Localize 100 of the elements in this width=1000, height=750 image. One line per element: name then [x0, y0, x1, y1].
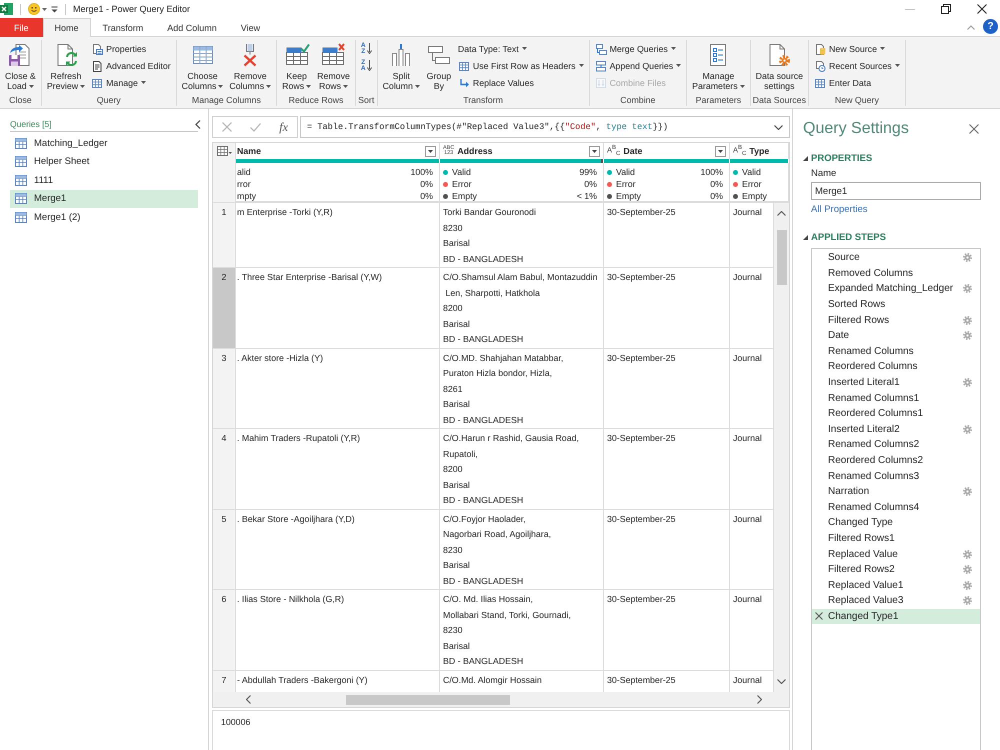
ribbon-tab[interactable]: Home [42, 18, 91, 37]
applied-step[interactable]: Renamed Columns3 [812, 468, 980, 484]
applied-step[interactable]: Renamed Columns2 [812, 437, 980, 453]
row-number[interactable]: 5 [213, 510, 236, 589]
filter-button[interactable] [589, 146, 600, 156]
chevron-down-icon[interactable] [777, 679, 786, 684]
ribbon-tab[interactable]: File [0, 18, 43, 37]
applied-step[interactable]: Replaced Value [812, 546, 980, 562]
keep-rows-button[interactable]: Keep Rows [279, 40, 314, 91]
toolbar-menu-icon[interactable] [51, 6, 58, 12]
expand-triangle-icon[interactable] [803, 156, 808, 160]
row-number[interactable]: 3 [213, 348, 236, 428]
manage-button[interactable]: Manage [88, 74, 174, 91]
applied-step[interactable]: Renamed Columns1 [812, 390, 980, 406]
applied-step[interactable]: Inserted Literal2 [812, 422, 980, 438]
close-load-button[interactable]: Close & Load [2, 40, 39, 91]
choose-columns-button[interactable]: Choose Columns [178, 40, 226, 91]
use-first-row-button[interactable]: Use First Row as Headers [454, 57, 587, 74]
ribbon-tab[interactable]: Transform [90, 18, 156, 37]
ribbon-tab[interactable]: Add Column [155, 18, 229, 37]
expand-triangle-icon[interactable] [803, 234, 808, 240]
column-header[interactable]: Type [749, 146, 770, 156]
applied-step[interactable]: Renamed Columns4 [812, 500, 980, 516]
applied-step[interactable]: Reordered Columns1 [812, 406, 980, 422]
applied-step[interactable]: Replaced Value3 [812, 593, 980, 609]
row-number[interactable]: 6 [213, 590, 236, 670]
close-icon[interactable] [977, 4, 987, 14]
enter-data-button[interactable]: Enter Data [811, 74, 903, 91]
filter-button[interactable] [715, 146, 726, 156]
chevron-up-icon[interactable] [777, 211, 786, 216]
combine-files-icon [594, 76, 607, 88]
recent-sources-button[interactable]: Recent Sources [811, 57, 903, 74]
applied-step[interactable]: Reordered Columns [812, 359, 980, 375]
applied-step[interactable]: Renamed Columns [812, 344, 980, 360]
new-source-button[interactable]: New Source [811, 40, 903, 57]
data-type-button[interactable]: Data Type: Text [454, 40, 587, 57]
split-column-button[interactable]: Split Column [380, 40, 423, 91]
chevron-left-icon[interactable] [195, 120, 201, 128]
applied-step[interactable]: Filtered Rows [812, 312, 980, 328]
applied-step[interactable]: Changed Type [812, 515, 980, 531]
properties-button[interactable]: Properties [88, 40, 174, 57]
data-source-settings-button[interactable]: Data source settings [752, 40, 806, 91]
applied-step[interactable]: Sorted Rows [812, 296, 980, 312]
table-cell: C/O.Shamsul Alam Babul, Montazuddin Len, Sharpotti, Hatkhola 8200 Barisal BD - BANGLADESH [440, 268, 604, 348]
scrollbar-thumb[interactable] [346, 694, 510, 704]
column-header[interactable]: Name [237, 146, 261, 156]
applied-step[interactable]: Date [812, 328, 980, 344]
applied-step[interactable]: Replaced Value1 [812, 577, 980, 594]
ribbon-tab[interactable]: View [228, 18, 272, 37]
row-number[interactable]: 2 [213, 268, 236, 348]
insert-function-button[interactable]: fx [279, 120, 288, 134]
replace-values-button[interactable]: Replace Values [454, 74, 587, 91]
scrollbar-thumb[interactable] [776, 230, 786, 285]
all-properties-link[interactable]: All Properties [811, 203, 868, 217]
horizontal-scrollbar[interactable] [213, 692, 789, 707]
applied-step[interactable]: Reordered Columns2 [812, 452, 980, 468]
column-header[interactable]: Date [623, 146, 642, 156]
delete-icon[interactable] [815, 612, 823, 620]
append-queries-button[interactable]: Append Queries [592, 57, 684, 74]
remove-columns-button[interactable]: Remove Columns [226, 40, 274, 91]
remove-rows-button[interactable]: Remove Rows [314, 40, 353, 91]
filter-button[interactable] [425, 146, 436, 156]
query-item[interactable]: Matching_Ledger [10, 134, 198, 152]
name-field[interactable]: Merge1 [811, 182, 981, 200]
smiley-icon[interactable] [28, 3, 40, 15]
excel-icon[interactable] [0, 3, 13, 15]
query-item[interactable]: Helper Sheet [10, 152, 198, 171]
group-label: Sort [358, 94, 375, 106]
query-item[interactable]: 1111 [10, 171, 198, 190]
advanced-editor-button[interactable]: Advanced Editor [88, 57, 174, 74]
chevron-down-icon[interactable] [774, 124, 783, 130]
group-by-button[interactable]: Group By [422, 40, 455, 91]
column-header[interactable]: Address [457, 146, 493, 156]
applied-step[interactable]: Changed Type1 [812, 608, 980, 624]
window-title: Merge1 - Power Query Editor [73, 4, 190, 14]
merge-queries-button[interactable]: Merge Queries [592, 40, 684, 57]
query-item[interactable]: Merge1 [10, 190, 198, 208]
row-number[interactable]: 7 [213, 670, 236, 692]
help-button[interactable]: ? [983, 19, 998, 34]
restore-icon[interactable] [941, 4, 951, 14]
chevron-right-icon[interactable] [757, 695, 762, 704]
refresh-preview-button[interactable]: Refresh Preview [44, 40, 88, 91]
applied-step[interactable]: Narration [812, 484, 980, 500]
caret-icon [42, 8, 47, 10]
row-number[interactable]: 4 [213, 429, 236, 508]
applied-step[interactable]: Removed Columns [812, 266, 980, 282]
manage-parameters-button[interactable]: Manage Parameters [689, 40, 748, 91]
applied-step[interactable]: Filtered Rows2 [812, 562, 980, 578]
applied-step[interactable]: Expanded Matching_Ledger [812, 281, 980, 297]
chevron-left-icon[interactable] [246, 695, 251, 704]
check-icon[interactable] [250, 122, 262, 132]
row-number[interactable]: 1 [213, 203, 236, 267]
applied-step[interactable]: Inserted Literal1 [812, 374, 980, 390]
formula-field[interactable]: = Table.TransformColumnTypes(#"Replaced Value3",{{"Code", type text}}) [300, 116, 790, 138]
vertical-scrollbar[interactable] [774, 203, 789, 692]
applied-step[interactable]: Filtered Rows1 [812, 530, 980, 546]
query-item[interactable]: Merge1 (2) [10, 208, 198, 226]
chevron-up-icon[interactable] [967, 24, 975, 30]
table-menu-icon[interactable] [216, 146, 232, 156]
applied-step[interactable]: Source [812, 250, 980, 266]
